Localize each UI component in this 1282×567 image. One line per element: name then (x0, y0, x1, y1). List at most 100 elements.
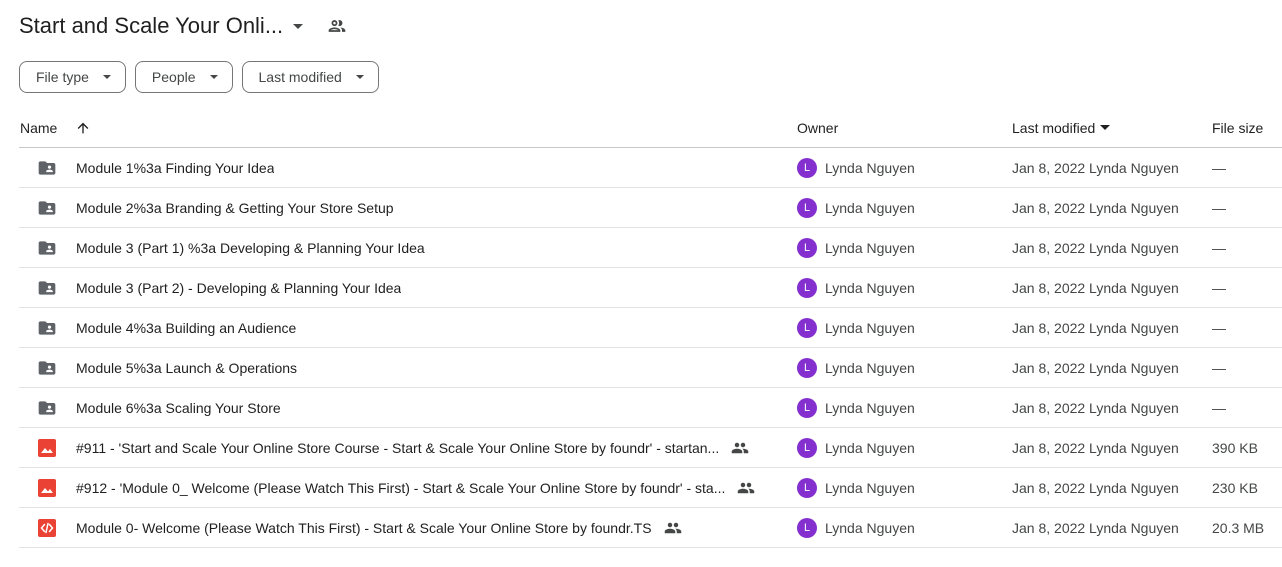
last-modified-cell: Jan 8, 2022 Lynda Nguyen (1012, 280, 1212, 296)
avatar: L (797, 437, 817, 458)
file-size-cell: 20.3 MB (1212, 520, 1282, 536)
file-name[interactable]: Module 6%3a Scaling Your Store (76, 400, 281, 416)
name-column-label: Name (20, 119, 58, 136)
owner-cell: L Lynda Nguyen (797, 317, 1012, 338)
table-row[interactable]: Module 6%3a Scaling Your Store L Lynda N… (19, 388, 1282, 428)
people-icon[interactable] (327, 16, 347, 36)
owner-name: Lynda Nguyen (825, 159, 915, 176)
last-modified-cell: Jan 8, 2022 Lynda Nguyen (1012, 520, 1212, 536)
avatar: L (797, 157, 817, 178)
file-size-cell: 230 KB (1212, 480, 1282, 496)
name-cell: Module 3 (Part 1) %3a Developing & Plann… (19, 238, 797, 258)
folder-shared-icon (37, 398, 57, 418)
last-modified-text: Jan 8, 2022 Lynda Nguyen (1012, 479, 1179, 496)
name-cell: Module 4%3a Building an Audience (19, 318, 797, 338)
arrow-up-icon[interactable] (75, 120, 91, 136)
name-cell: Module 2%3a Branding & Getting Your Stor… (19, 198, 797, 218)
owner-cell: L Lynda Nguyen (797, 277, 1012, 298)
owner-name: Lynda Nguyen (825, 399, 915, 416)
owner-column-label: Owner (797, 119, 839, 136)
avatar: L (797, 237, 817, 258)
table-row[interactable]: Module 4%3a Building an Audience L Lynda… (19, 308, 1282, 348)
file-name[interactable]: Module 4%3a Building an Audience (76, 320, 296, 336)
folder-shared-icon (37, 318, 57, 338)
last-modified-column-label: Last modified (1012, 119, 1096, 136)
table-row[interactable]: Module 1%3a Finding Your Idea L Lynda Ng… (19, 148, 1282, 188)
file-table: Name Owner Last modified File size Modul… (19, 108, 1282, 548)
avatar: L (797, 197, 817, 218)
people-filter-label: People (151, 69, 196, 85)
file-size-text: — (1212, 399, 1226, 416)
owner-cell: L Lynda Nguyen (797, 397, 1012, 418)
file-size-cell: — (1212, 280, 1282, 296)
table-row[interactable]: Module 3 (Part 1) %3a Developing & Plann… (19, 228, 1282, 268)
table-row[interactable]: #911 - 'Start and Scale Your Online Stor… (19, 428, 1282, 468)
file-size-cell: — (1212, 160, 1282, 176)
file-name[interactable]: Module 5%3a Launch & Operations (76, 360, 297, 376)
owner-column-header: Owner (797, 120, 1012, 136)
folder-shared-icon (37, 238, 57, 258)
name-cell: Module 1%3a Finding Your Idea (19, 158, 797, 178)
shared-people-icon (664, 519, 682, 537)
table-row[interactable]: Module 0- Welcome (Please Watch This Fir… (19, 508, 1282, 548)
owner-name: Lynda Nguyen (825, 519, 915, 536)
owner-cell: L Lynda Nguyen (797, 437, 1012, 458)
image-file-icon (37, 478, 57, 498)
folder-title[interactable]: Start and Scale Your Onli... (19, 13, 283, 39)
name-cell: #912 - 'Module 0_ Welcome (Please Watch … (19, 478, 797, 498)
avatar: L (797, 277, 817, 298)
owner-name: Lynda Nguyen (825, 279, 915, 296)
file-size-cell: — (1212, 360, 1282, 376)
last-modified-filter[interactable]: Last modified (241, 61, 379, 93)
file-name[interactable]: Module 3 (Part 1) %3a Developing & Plann… (76, 240, 425, 256)
name-cell: Module 0- Welcome (Please Watch This Fir… (19, 518, 797, 538)
filter-bar: File type People Last modified (19, 61, 379, 93)
caret-down-icon[interactable] (1100, 125, 1111, 130)
table-row[interactable]: #912 - 'Module 0_ Welcome (Please Watch … (19, 468, 1282, 508)
file-size-text: — (1212, 159, 1226, 176)
title-dropdown-icon[interactable] (293, 23, 304, 29)
owner-cell: L Lynda Nguyen (797, 517, 1012, 538)
file-name[interactable]: Module 1%3a Finding Your Idea (76, 160, 274, 176)
file-size-cell: — (1212, 320, 1282, 336)
owner-name: Lynda Nguyen (825, 239, 915, 256)
page-header: Start and Scale Your Onli... (19, 8, 347, 44)
last-modified-column-header[interactable]: Last modified (1012, 120, 1212, 136)
last-modified-text: Jan 8, 2022 Lynda Nguyen (1012, 239, 1179, 256)
table-row[interactable]: Module 5%3a Launch & Operations L Lynda … (19, 348, 1282, 388)
file-size-text: — (1212, 239, 1226, 256)
last-modified-text: Jan 8, 2022 Lynda Nguyen (1012, 359, 1179, 376)
people-filter[interactable]: People (134, 61, 233, 93)
file-size-text: 20.3 MB (1212, 519, 1265, 536)
shared-people-icon (731, 439, 749, 457)
file-name[interactable]: #912 - 'Module 0_ Welcome (Please Watch … (76, 480, 725, 496)
table-body: Module 1%3a Finding Your Idea L Lynda Ng… (19, 148, 1282, 548)
owner-cell: L Lynda Nguyen (797, 477, 1012, 498)
last-modified-cell: Jan 8, 2022 Lynda Nguyen (1012, 440, 1212, 456)
folder-shared-icon (37, 198, 57, 218)
file-name[interactable]: Module 2%3a Branding & Getting Your Stor… (76, 200, 394, 216)
owner-cell: L Lynda Nguyen (797, 157, 1012, 178)
file-size-cell: — (1212, 240, 1282, 256)
chevron-down-icon (102, 75, 111, 79)
last-modified-cell: Jan 8, 2022 Lynda Nguyen (1012, 320, 1212, 336)
file-name[interactable]: #911 - 'Start and Scale Your Online Stor… (76, 440, 719, 456)
file-name[interactable]: Module 0- Welcome (Please Watch This Fir… (76, 520, 652, 536)
table-row[interactable]: Module 2%3a Branding & Getting Your Stor… (19, 188, 1282, 228)
table-header: Name Owner Last modified File size (19, 108, 1282, 148)
file-type-filter[interactable]: File type (19, 61, 126, 93)
name-column-header[interactable]: Name (19, 120, 797, 136)
avatar: L (797, 397, 817, 418)
folder-shared-icon (37, 278, 57, 298)
last-modified-cell: Jan 8, 2022 Lynda Nguyen (1012, 160, 1212, 176)
table-row[interactable]: Module 3 (Part 2) - Developing & Plannin… (19, 268, 1282, 308)
avatar: L (797, 357, 817, 378)
chevron-down-icon (209, 75, 218, 79)
file-name[interactable]: Module 3 (Part 2) - Developing & Plannin… (76, 280, 401, 296)
last-modified-text: Jan 8, 2022 Lynda Nguyen (1012, 519, 1179, 536)
name-cell: Module 3 (Part 2) - Developing & Plannin… (19, 278, 797, 298)
last-modified-cell: Jan 8, 2022 Lynda Nguyen (1012, 360, 1212, 376)
file-size-text: — (1212, 359, 1226, 376)
last-modified-cell: Jan 8, 2022 Lynda Nguyen (1012, 200, 1212, 216)
file-size-column-header: File size (1212, 120, 1282, 136)
